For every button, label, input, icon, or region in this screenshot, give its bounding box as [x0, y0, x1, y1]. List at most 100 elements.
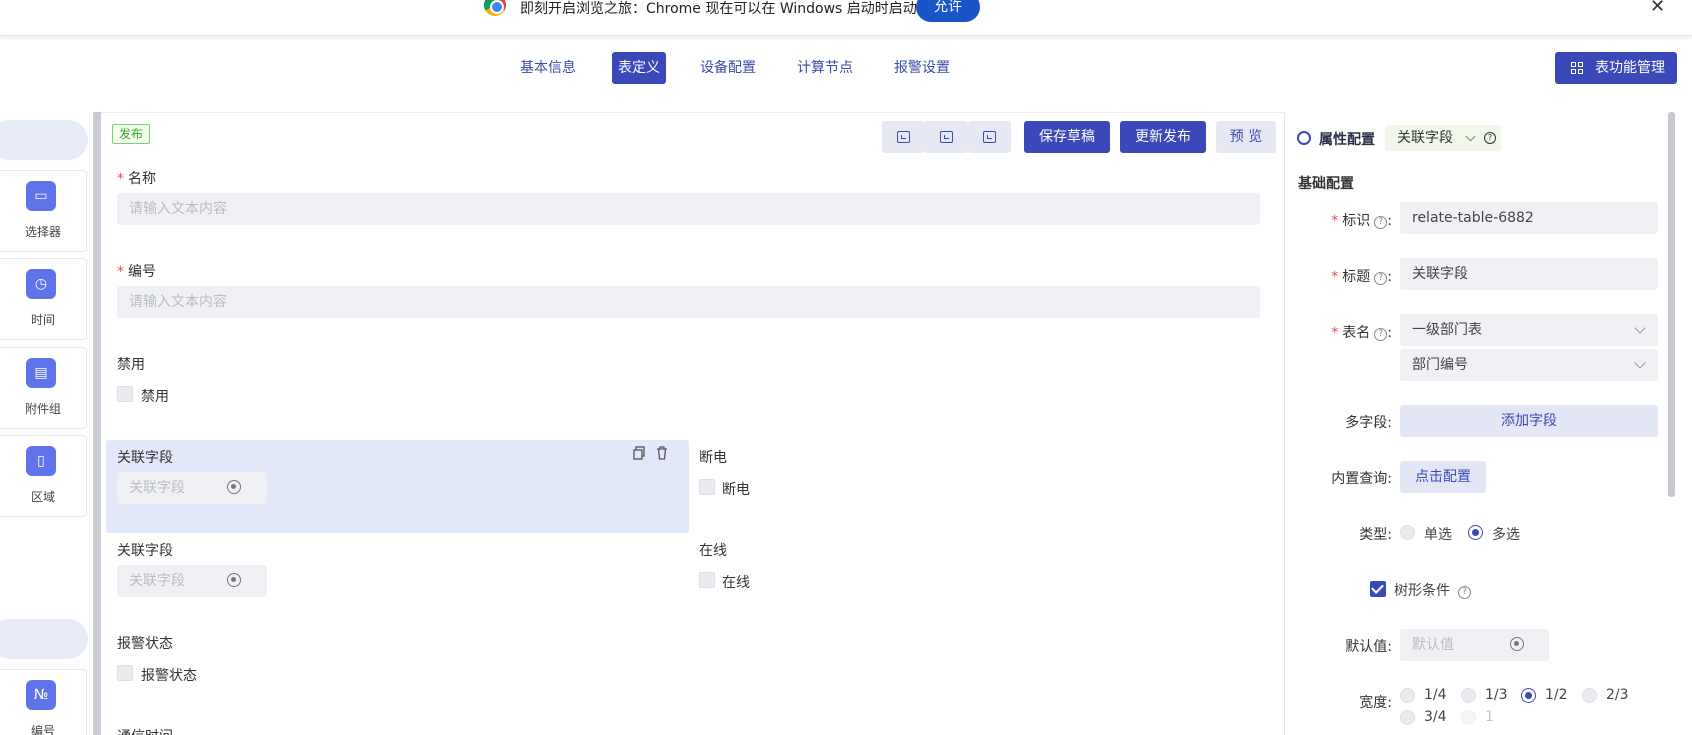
tab-alarm-settings[interactable]: 报警设置: [888, 52, 956, 84]
top-tabs: 基本信息 表定义 设备配置 计算节点 报警设置 表功能管理: [0, 36, 1692, 112]
collapse-right-icon: [983, 131, 996, 143]
code-field-label: * 编号: [117, 264, 156, 280]
help-icon: ?: [1374, 272, 1388, 285]
alarm-checkbox-label: 报警状态: [141, 668, 197, 684]
width-radio-full: [1461, 710, 1476, 725]
power-off-checkbox-label: 断电: [722, 482, 750, 498]
collapse-left-icon: [940, 131, 953, 143]
add-field-button[interactable]: 添加字段: [1400, 405, 1658, 437]
width-radio-3-4[interactable]: [1400, 710, 1415, 725]
width-label: 宽度:: [1359, 695, 1392, 711]
relate-field-label: 关联字段: [117, 450, 173, 466]
tab-compute-node[interactable]: 计算节点: [791, 52, 859, 84]
field-name-select[interactable]: 部门编号: [1400, 349, 1658, 381]
width-option-label: 1/4: [1424, 687, 1447, 703]
type-multi-radio[interactable]: [1468, 525, 1483, 540]
update-publish-button[interactable]: 更新发布: [1120, 121, 1206, 153]
builtin-query-label: 内置查询:: [1331, 471, 1392, 487]
configure-button[interactable]: 点击配置: [1400, 461, 1486, 493]
palette-item-label: 编号: [30, 724, 55, 735]
help-icon: ?: [1374, 216, 1388, 229]
collapse-right-button[interactable]: [968, 121, 1011, 153]
preview-button[interactable]: 预 览: [1216, 121, 1276, 153]
locate-icon[interactable]: [227, 573, 241, 587]
table-name-select[interactable]: 一级部门表: [1400, 314, 1658, 346]
online-checkbox-label: 在线: [722, 575, 750, 591]
alarm-field-label: 报警状态: [117, 636, 173, 652]
code-input[interactable]: 请输入文本内容: [117, 286, 1260, 318]
notification-message: 即刻开启浏览之旅：Chrome 现在可以在 Windows 启动时启动。: [520, 1, 931, 17]
status-badge: 发布: [112, 124, 151, 144]
palette-item-label: 时间: [30, 313, 55, 327]
palette-item-number[interactable]: № 编号: [0, 669, 87, 735]
component-palette: ▭ 选择器 ◷ 时间 ▤ 附件组 ▯ 区域 № 编号: [0, 112, 90, 735]
name-field-label: * 名称: [117, 171, 156, 187]
default-value-input[interactable]: 默认值: [1400, 629, 1549, 661]
chrome-logo-icon: [484, 0, 506, 16]
id-input[interactable]: relate-table-6882: [1400, 202, 1658, 234]
palette-group-header[interactable]: [0, 619, 88, 659]
copy-icon[interactable]: [633, 446, 645, 460]
power-off-field-label: 断电: [699, 450, 727, 466]
number-icon: №: [26, 680, 56, 710]
palette-group-header[interactable]: [0, 120, 88, 160]
width-radio-1-3[interactable]: [1461, 688, 1476, 703]
power-off-checkbox[interactable]: [699, 479, 715, 495]
locate-icon[interactable]: [227, 480, 241, 494]
allow-button[interactable]: 允许: [916, 0, 980, 22]
table-function-manage-button[interactable]: 表功能管理: [1555, 52, 1677, 84]
component-type-select[interactable]: 关联字段 ?: [1385, 125, 1501, 151]
type-single-radio[interactable]: [1400, 525, 1415, 540]
tab-table-definition[interactable]: 表定义: [612, 52, 666, 84]
help-icon: ?: [1458, 586, 1471, 599]
code-view-button[interactable]: [882, 121, 925, 153]
table-name-label: * 表名?:: [1331, 325, 1392, 341]
palette-item-selector[interactable]: ▭ 选择器: [0, 170, 87, 252]
caption-input[interactable]: 关联字段: [1400, 258, 1658, 290]
save-draft-button[interactable]: 保存草稿: [1024, 121, 1110, 153]
online-checkbox[interactable]: [699, 572, 715, 588]
relate-field-input[interactable]: 关联字段: [117, 472, 267, 504]
tree-condition-checkbox[interactable]: [1370, 581, 1386, 597]
help-icon: ?: [1374, 328, 1388, 341]
table-function-manage-label: 表功能管理: [1595, 60, 1665, 76]
alarm-checkbox[interactable]: [117, 665, 133, 681]
id-label: * 标识?:: [1331, 213, 1392, 229]
relate-field-label: 关联字段: [117, 543, 173, 559]
panel-divider[interactable]: [93, 112, 101, 735]
name-input[interactable]: 请输入文本内容: [117, 193, 1260, 225]
tree-condition-label: 树形条件?: [1394, 580, 1471, 600]
table-name-value: 一级部门表: [1412, 322, 1482, 338]
help-icon[interactable]: ?: [1484, 132, 1496, 144]
width-option-label: 1/3: [1485, 687, 1508, 703]
delete-icon[interactable]: [656, 446, 668, 460]
chevron-down-icon: [1634, 357, 1646, 369]
grid-icon: [1571, 62, 1583, 74]
locate-icon[interactable]: [1510, 637, 1524, 651]
collapse-left-button[interactable]: [925, 121, 968, 153]
caption-label: * 标题?:: [1331, 269, 1392, 285]
width-option-label: 1/2: [1545, 687, 1568, 703]
palette-item-time[interactable]: ◷ 时间: [0, 258, 87, 340]
width-option-label: 3/4: [1424, 709, 1447, 725]
palette-item-label: 选择器: [24, 225, 61, 239]
palette-item-region[interactable]: ▯ 区域: [0, 435, 87, 517]
width-radio-1-2[interactable]: [1521, 688, 1536, 703]
chevron-down-icon: [1465, 131, 1476, 142]
close-icon[interactable]: ✕: [1650, 0, 1665, 17]
palette-item-label: 附件组: [24, 402, 61, 416]
relate-field-input[interactable]: 关联字段: [117, 565, 267, 597]
width-option-label: 2/3: [1606, 687, 1629, 703]
width-option-label: 1: [1485, 709, 1494, 725]
basic-config-heading: 基础配置: [1298, 176, 1354, 192]
type-multi-label: 多选: [1492, 527, 1520, 543]
palette-item-attachment-group[interactable]: ▤ 附件组: [0, 347, 87, 429]
width-radio-1-4[interactable]: [1400, 688, 1415, 703]
width-radio-2-3[interactable]: [1582, 688, 1597, 703]
default-value-label: 默认值:: [1345, 639, 1392, 655]
chevron-down-icon: [1634, 322, 1646, 334]
property-panel-scrollbar[interactable]: [1668, 112, 1675, 497]
disabled-checkbox[interactable]: [117, 386, 133, 402]
tab-device-config[interactable]: 设备配置: [694, 52, 762, 84]
tab-basic-info[interactable]: 基本信息: [514, 52, 582, 84]
